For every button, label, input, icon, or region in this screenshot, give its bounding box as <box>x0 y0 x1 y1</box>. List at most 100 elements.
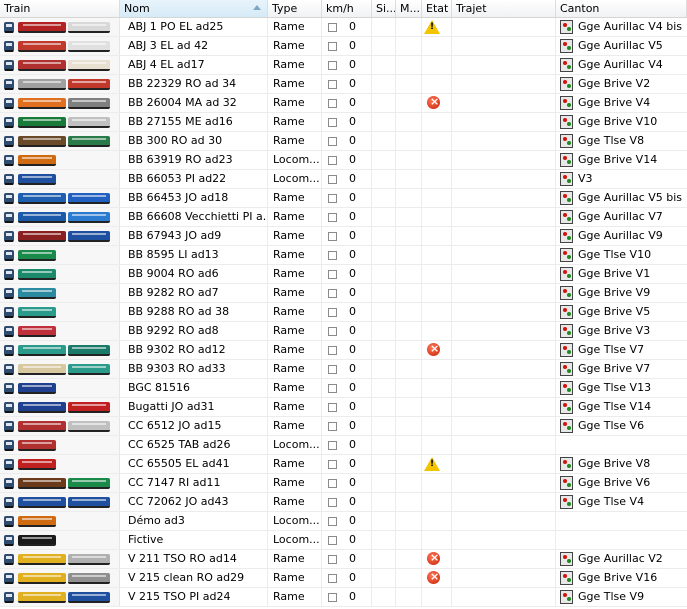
speed-checkbox[interactable] <box>328 555 337 564</box>
train-thumbnail-cell <box>0 132 120 150</box>
speed-checkbox[interactable] <box>328 251 337 260</box>
speed-checkbox[interactable] <box>328 213 337 222</box>
speed-checkbox[interactable] <box>328 137 337 146</box>
table-row[interactable]: ABJ 3 EL ad 42 Rame 0 Gge Aurillac V5 <box>0 37 687 56</box>
speed-checkbox[interactable] <box>328 346 337 355</box>
column-header-m[interactable]: M... <box>396 0 422 17</box>
table-row[interactable]: BB 9004 RO ad6 Rame 0 Gge Brive V1 <box>0 265 687 284</box>
speed-checkbox[interactable] <box>328 479 337 488</box>
table-row[interactable]: BB 9288 RO ad 38 Rame 0 Gge Brive V5 <box>0 303 687 322</box>
speed-checkbox[interactable] <box>328 403 337 412</box>
table-row[interactable]: BB 67943 JO ad9 Rame 0 Gge Aurillac V9 <box>0 227 687 246</box>
table-row[interactable]: CC 6525 TAB ad26 Locom... 0 <box>0 436 687 455</box>
table-row[interactable]: Fictive Locom... 0 <box>0 531 687 550</box>
table-row[interactable]: V 211 TSO RO ad14Rame 0 Gge Aurillac V2 <box>0 550 687 569</box>
train-thumbnail-cell <box>0 37 120 55</box>
train-thumbnail-cell <box>0 436 120 454</box>
table-row[interactable]: BB 9303 RO ad33 Rame 0 Gge Brive V7 <box>0 360 687 379</box>
table-row[interactable]: BB 9302 RO ad12Rame 0 Gge Tlse V7 <box>0 341 687 360</box>
column-header-nom[interactable]: Nom <box>120 0 268 17</box>
table-row[interactable]: BB 66608 Vecchietti PI a... Rame 0 Gge Auri… <box>0 208 687 227</box>
speed-checkbox[interactable] <box>328 118 337 127</box>
table-row[interactable]: BB 22329 RO ad 34 Rame 0 Gge Brive V2 <box>0 75 687 94</box>
train-thumbnail-cell <box>0 588 120 606</box>
speed-checkbox[interactable] <box>328 23 337 32</box>
table-row[interactable]: BB 66053 PI ad22 Locom... 0 V3 <box>0 170 687 189</box>
route-cell <box>452 75 556 93</box>
table-row[interactable]: V 215 clean RO ad29Rame 0 Gge Brive V16 <box>0 569 687 588</box>
speed-checkbox[interactable] <box>328 156 337 165</box>
table-row[interactable]: BB 8595 LI ad13 Rame 0 Gge Tlse V10 <box>0 246 687 265</box>
block-signal-icon <box>560 590 573 604</box>
speed-checkbox[interactable] <box>328 289 337 298</box>
table-row[interactable]: CC 7147 RI ad11 Rame 0 Gge Brive V6 <box>0 474 687 493</box>
speed-checkbox[interactable] <box>328 460 337 469</box>
column-header-trajet[interactable]: Trajet <box>452 0 556 17</box>
train-thumbnail-cell <box>0 94 120 112</box>
table-row[interactable]: CC 65505 EL ad41Rame 0 Gge Brive V8 <box>0 455 687 474</box>
speed-checkbox[interactable] <box>328 327 337 336</box>
block-signal-icon <box>560 20 573 34</box>
speed-checkbox[interactable] <box>328 232 337 241</box>
canton-cell: Gge Tlse V6 <box>556 417 687 435</box>
speed-cell: 0 <box>322 455 372 473</box>
table-row[interactable]: BGC 81516 Rame 0 Gge Tlse V13 <box>0 379 687 398</box>
speed-checkbox[interactable] <box>328 61 337 70</box>
speed-checkbox[interactable] <box>328 194 337 203</box>
speed-cell: 0 <box>322 341 372 359</box>
table-row[interactable]: BB 9282 RO ad7 Rame 0 Gge Brive V9 <box>0 284 687 303</box>
speed-checkbox[interactable] <box>328 175 337 184</box>
speed-checkbox[interactable] <box>328 536 337 545</box>
train-type: Rame <box>268 569 322 587</box>
table-row[interactable]: BB 9292 RO ad8 Rame 0 Gge Brive V3 <box>0 322 687 341</box>
speed-checkbox[interactable] <box>328 80 337 89</box>
table-row[interactable]: V 215 TSO PI ad24 Rame 0 Gge Tlse V9 <box>0 588 687 607</box>
table-row[interactable]: BB 66453 JO ad18 Rame 0 Gge Aurillac V5 bis <box>0 189 687 208</box>
railcar-icon <box>68 22 110 33</box>
speed-checkbox[interactable] <box>328 365 337 374</box>
column-header-type[interactable]: Type <box>268 0 322 17</box>
train-name: BB 9004 RO ad6 <box>120 265 268 283</box>
speed-value: 0 <box>349 533 356 546</box>
canton-label: Gge Brive V8 <box>578 457 651 470</box>
column-header-canton[interactable]: Canton <box>556 0 687 17</box>
speed-checkbox[interactable] <box>328 593 337 602</box>
locomotive-icon <box>18 554 66 565</box>
train-name: BB 9282 RO ad7 <box>120 284 268 302</box>
table-row[interactable]: BB 27155 ME ad16 Rame 0 Gge Brive V10 <box>0 113 687 132</box>
speed-checkbox[interactable] <box>328 99 337 108</box>
train-grid[interactable]: Train Nom Type km/h Si... M... Etat Traj… <box>0 0 687 609</box>
train-name: CC 6525 TAB ad26 <box>120 436 268 454</box>
column-header-etat[interactable]: Etat <box>422 0 452 17</box>
column-header-kmh[interactable]: km/h <box>322 0 372 17</box>
table-row[interactable]: CC 6512 JO ad15 Rame 0 Gge Tlse V6 <box>0 417 687 436</box>
table-row[interactable]: ABJ 1 PO EL ad25Rame 0 Gge Aurillac V4 bis <box>0 18 687 37</box>
status-cell <box>422 170 452 188</box>
speed-checkbox[interactable] <box>328 270 337 279</box>
speed-checkbox[interactable] <box>328 422 337 431</box>
block-signal-icon <box>560 172 573 186</box>
train-thumbnail-cell <box>0 189 120 207</box>
speed-value: 0 <box>349 96 356 109</box>
speed-checkbox[interactable] <box>328 384 337 393</box>
table-row[interactable]: CC 72062 JO ad43 Rame 0 Gge Tlse V4 <box>0 493 687 512</box>
speed-checkbox[interactable] <box>328 574 337 583</box>
table-row[interactable]: Bugatti JO ad31 Rame 0 Gge Tlse V14 <box>0 398 687 417</box>
speed-checkbox[interactable] <box>328 42 337 51</box>
table-row[interactable]: ABJ 4 EL ad17 Rame 0 Gge Aurillac V4 <box>0 56 687 75</box>
table-row[interactable]: Démo ad3 Locom... 0 <box>0 512 687 531</box>
table-row[interactable]: BB 63919 RO ad23 Locom... 0 Gge Brive V14 <box>0 151 687 170</box>
speed-checkbox[interactable] <box>328 308 337 317</box>
signal-cell <box>372 56 396 74</box>
speed-checkbox[interactable] <box>328 517 337 526</box>
canton-cell: Gge Aurillac V4 bis <box>556 18 687 36</box>
mode-cell <box>396 550 422 568</box>
speed-checkbox[interactable] <box>328 498 337 507</box>
speed-checkbox[interactable] <box>328 441 337 450</box>
warning-icon <box>424 20 440 34</box>
table-row[interactable]: BB 26004 MA ad 32Rame 0 Gge Brive V4 <box>0 94 687 113</box>
column-header-si[interactable]: Si... <box>372 0 396 17</box>
train-name: BB 9302 RO ad12 <box>120 341 268 359</box>
column-header-train[interactable]: Train <box>0 0 120 17</box>
table-row[interactable]: BB 300 RO ad 30 Rame 0 Gge Tlse V8 <box>0 132 687 151</box>
